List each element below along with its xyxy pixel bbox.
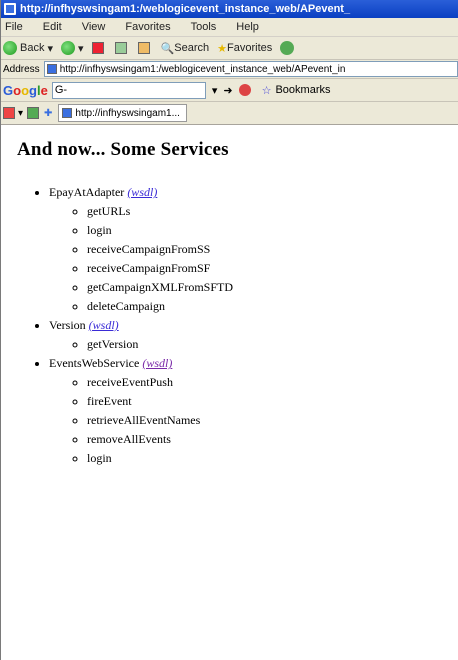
operation-item: getURLs	[87, 202, 458, 221]
operation-item: retrieveAllEventNames	[87, 411, 458, 430]
service-item: EpayAtAdapter (wsdl) getURLs login recei…	[49, 183, 458, 316]
wsdl-link[interactable]: (wsdl)	[89, 318, 119, 332]
menu-favorites[interactable]: Favorites	[125, 21, 170, 33]
refresh-icon	[114, 42, 127, 54]
menu-view[interactable]: View	[82, 21, 106, 33]
back-arrow-icon	[3, 41, 17, 55]
operations-list: getVersion	[49, 335, 458, 354]
new-tab-icon[interactable]: ✚	[44, 108, 52, 119]
home-icon	[137, 42, 150, 54]
search-button[interactable]: 🔍 Search	[161, 42, 210, 55]
stop-button[interactable]	[91, 42, 107, 54]
tab-page-icon	[62, 108, 73, 118]
google-pagerank-icon[interactable]	[238, 84, 251, 96]
media-button[interactable]	[280, 41, 297, 55]
service-name: Version	[49, 318, 86, 332]
browser-window: http://infhyswsingam1:/weblogicevent_ins…	[0, 0, 458, 660]
google-search-value: G-	[54, 84, 68, 96]
operations-list: receiveEventPush fireEvent retrieveAllEv…	[49, 373, 458, 468]
window-title: http://infhyswsingam1:/weblogicevent_ins…	[20, 3, 351, 15]
bookmark-star-icon[interactable]: ☆	[262, 84, 272, 97]
menu-help[interactable]: Help	[236, 21, 259, 33]
service-item: Version (wsdl) getVersion	[49, 316, 458, 354]
refresh-button[interactable]	[114, 42, 130, 54]
google-toolbar: Google G- ▾ ➜ ☆ Bookmarks	[1, 79, 458, 102]
service-name: EventsWebService	[49, 356, 140, 370]
bookmarks-label[interactable]: Bookmarks	[275, 84, 330, 96]
operation-item: removeAllEvents	[87, 430, 458, 449]
tab-list-icon[interactable]	[3, 107, 15, 119]
operation-item: receiveCampaignFromSF	[87, 259, 458, 278]
address-bar: Address http://infhyswsingam1:/weblogice…	[1, 60, 458, 79]
menu-file[interactable]: File	[5, 21, 23, 33]
title-bar: http://infhyswsingam1:/weblogicevent_ins…	[1, 0, 458, 18]
operation-item: getCampaignXMLFromSFTD	[87, 278, 458, 297]
ie-icon	[4, 3, 16, 15]
page-heading: And now... Some Services	[17, 139, 229, 160]
menu-bar: File Edit View Favorites Tools Help	[1, 18, 458, 37]
page-icon	[46, 64, 57, 74]
service-item: EventsWebService (wsdl) receiveEventPush…	[49, 354, 458, 468]
operation-item: receiveEventPush	[87, 373, 458, 392]
operation-item: login	[87, 221, 458, 240]
services-list: EpayAtAdapter (wsdl) getURLs login recei…	[17, 183, 458, 468]
tab-label: http://infhyswsingam1...	[75, 107, 180, 119]
media-icon	[280, 41, 295, 55]
google-logo: Google	[3, 82, 48, 98]
operation-item: getVersion	[87, 335, 458, 354]
standard-toolbar: Back ▾ ▾ 🔍 Search ★ Favorites	[1, 37, 458, 60]
address-label: Address	[3, 63, 40, 75]
service-name: EpayAtAdapter	[49, 185, 125, 199]
home-button[interactable]	[137, 42, 153, 54]
star-icon: ★	[217, 42, 228, 55]
google-search-input[interactable]: G-	[51, 81, 206, 99]
operations-list: getURLs login receiveCampaignFromSS rece…	[49, 202, 458, 316]
operation-item: fireEvent	[87, 392, 458, 411]
google-dropdown-icon[interactable]: ▾	[212, 84, 218, 97]
google-go-icon[interactable]: ➜	[223, 84, 232, 97]
forward-button[interactable]: ▾	[61, 41, 84, 55]
operation-item: login	[87, 449, 458, 468]
back-button[interactable]: Back ▾	[3, 41, 53, 55]
forward-arrow-icon	[61, 41, 76, 55]
wsdl-link[interactable]: (wsdl)	[127, 185, 157, 199]
menu-edit[interactable]: Edit	[43, 21, 62, 33]
page-content: And now... Some Services EpayAtAdapter (…	[1, 125, 458, 468]
browser-tab[interactable]: http://infhyswsingam1...	[58, 104, 187, 122]
operation-item: receiveCampaignFromSS	[87, 240, 458, 259]
quick-tabs-icon[interactable]	[27, 107, 40, 119]
stop-icon	[91, 42, 104, 54]
operation-item: deleteCampaign	[87, 297, 458, 316]
address-input[interactable]: http://infhyswsingam1:/weblogicevent_ins…	[43, 61, 458, 77]
search-icon: 🔍	[160, 42, 175, 55]
favorites-button[interactable]: ★ Favorites	[217, 42, 272, 55]
wsdl-link[interactable]: (wsdl)	[142, 356, 172, 370]
menu-tools[interactable]: Tools	[191, 21, 217, 33]
address-url: http://infhyswsingam1:/weblogicevent_ins…	[59, 63, 346, 75]
tab-bar: ▾ ✚ http://infhyswsingam1...	[1, 102, 458, 125]
